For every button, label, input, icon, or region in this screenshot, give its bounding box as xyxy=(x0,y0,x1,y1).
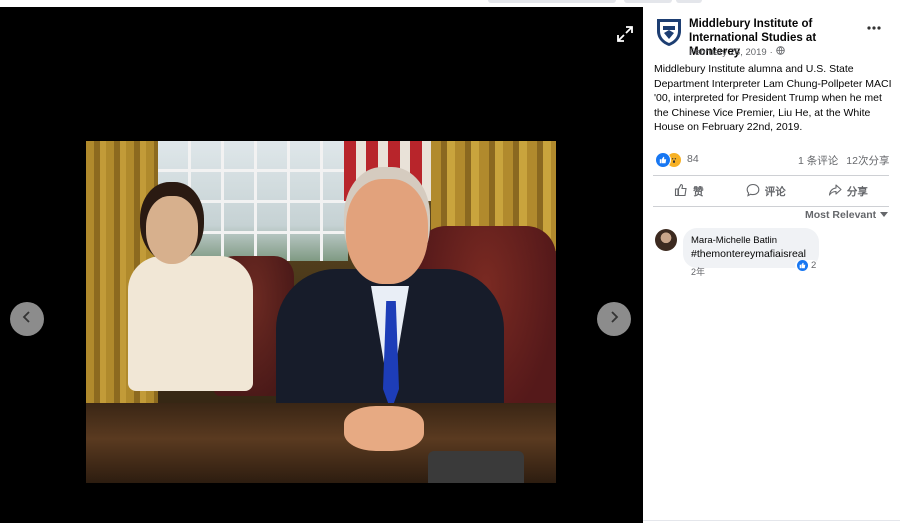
share-icon xyxy=(828,183,842,200)
person-head xyxy=(346,179,428,284)
comment-like-count[interactable]: 2 xyxy=(795,260,819,271)
post-photo[interactable] xyxy=(86,141,556,483)
comment-icon xyxy=(746,183,760,200)
share-button[interactable]: 分享 xyxy=(828,183,868,200)
top-strip-chip xyxy=(624,0,672,3)
top-strip-chip xyxy=(488,0,616,3)
like-button[interactable]: 赞 xyxy=(674,183,704,200)
photo-viewer xyxy=(0,7,643,523)
divider xyxy=(643,520,900,521)
expand-icon[interactable] xyxy=(616,25,634,43)
person-head xyxy=(146,196,198,264)
top-strip xyxy=(0,0,900,7)
globe-icon xyxy=(776,46,785,58)
like-reaction-icon xyxy=(655,152,671,168)
like-label: 赞 xyxy=(693,185,704,198)
more-options-icon[interactable] xyxy=(865,21,883,35)
comment-text[interactable]: #themontereymafiaisreal xyxy=(691,248,811,260)
top-strip-chip xyxy=(676,0,702,3)
caret-down-icon xyxy=(880,209,889,221)
reaction-count: 84 xyxy=(687,153,699,165)
thumbs-up-icon xyxy=(674,183,688,200)
comment-time[interactable]: 2年 xyxy=(691,265,705,278)
divider xyxy=(653,206,889,207)
sort-label: Most Relevant xyxy=(805,209,877,221)
comment-author[interactable]: Mara-Michelle Batlin xyxy=(691,235,811,246)
post-action-bar: 赞 评论 分享 xyxy=(653,178,889,204)
share-count-link[interactable]: 12次分享 xyxy=(846,153,889,168)
post-text: Middlebury Institute alumna and U.S. Sta… xyxy=(654,63,892,133)
chevron-left-icon xyxy=(20,310,34,329)
date-separator: · xyxy=(769,46,773,58)
post-date[interactable]: February 25, 2019 xyxy=(689,47,767,58)
hands xyxy=(344,406,424,451)
previous-photo-button[interactable] xyxy=(10,302,44,336)
avatar[interactable] xyxy=(655,229,677,251)
divider xyxy=(653,175,889,176)
post-meta: February 25, 2019 · xyxy=(689,46,785,58)
engagement-counts: 1 条评论 12次分享 xyxy=(798,153,889,168)
person xyxy=(128,256,253,391)
chevron-right-icon xyxy=(607,310,621,329)
post-side-panel: Middlebury Institute of International St… xyxy=(643,7,900,523)
comment-label: 评论 xyxy=(764,185,786,198)
share-label: 分享 xyxy=(846,185,868,198)
like-reaction-icon xyxy=(797,260,808,271)
reaction-summary[interactable]: 84 xyxy=(655,152,699,168)
comment-button[interactable]: 评论 xyxy=(746,183,786,200)
comment-count-link[interactable]: 1 条评论 xyxy=(798,153,838,168)
desk-phone xyxy=(428,451,524,483)
comment-likes: 2 xyxy=(811,260,817,271)
next-photo-button[interactable] xyxy=(597,302,631,336)
page-avatar[interactable] xyxy=(655,17,683,47)
comment-sort-dropdown[interactable]: Most Relevant xyxy=(805,209,889,221)
